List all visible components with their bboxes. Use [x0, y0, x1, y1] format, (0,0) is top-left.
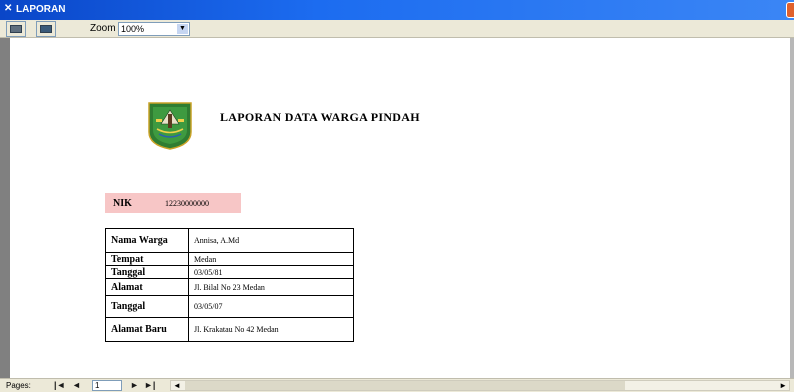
pages-label: Pages: [6, 381, 31, 390]
status-bar: Pages: |◄ ◄ 1 ► ►| ◄ ► [0, 378, 794, 392]
table-row: Alamat Baru Jl. Krakatau No 42 Medan [105, 317, 354, 342]
zoom-select[interactable]: 100% ▼ [118, 22, 190, 36]
scrollbar-thumb[interactable] [185, 381, 625, 390]
zoom-value: 100% [121, 24, 145, 34]
page-number-value: 1 [95, 381, 100, 390]
window-title-bar: ✕ LAPORAN [0, 0, 794, 20]
printer-icon [10, 25, 22, 33]
report-title: LAPORAN DATA WARGA PINDAH [220, 110, 420, 124]
nik-box: NIK 12230000000 [105, 193, 241, 213]
row-label: Alamat Baru [105, 317, 189, 342]
scroll-left-icon[interactable]: ◄ [173, 381, 181, 390]
page-number-input[interactable]: 1 [92, 380, 122, 391]
close-button[interactable] [786, 2, 794, 18]
first-page-icon[interactable]: |◄ [54, 380, 65, 391]
table-row: Alamat Jl. Bilal No 23 Medan [105, 278, 354, 296]
row-label: Tempat [105, 252, 189, 266]
toolbar: Zoom 100% ▼ [0, 20, 794, 38]
table-row: Nama Warga Annisa, A.Md [105, 228, 354, 253]
row-value: 03/05/07 [188, 295, 354, 318]
horizontal-scrollbar[interactable]: ◄ ► [170, 380, 790, 391]
prev-page-icon[interactable]: ◄ [72, 380, 81, 391]
citizen-detail-table: Nama Warga Annisa, A.Md Tempat Medan Tan… [105, 228, 354, 342]
nik-label: NIK [113, 198, 132, 209]
table-row: Tanggal 03/05/81 [105, 265, 354, 279]
left-gutter [0, 38, 10, 378]
right-edge [790, 38, 794, 378]
nik-value: 12230000000 [165, 199, 209, 208]
row-label: Tanggal [105, 295, 189, 318]
last-page-icon[interactable]: ►| [144, 380, 155, 391]
next-page-icon[interactable]: ► [130, 380, 139, 391]
print-button[interactable] [6, 21, 26, 37]
row-value: Medan [188, 252, 354, 266]
table-row: Tempat Medan [105, 252, 354, 266]
row-label: Alamat [105, 278, 189, 296]
row-value: Annisa, A.Md [188, 228, 354, 253]
row-label: Nama Warga [105, 228, 189, 253]
scroll-right-icon[interactable]: ► [779, 381, 787, 390]
provincial-emblem-logo [148, 102, 192, 150]
chevron-down-icon[interactable]: ▼ [177, 24, 188, 34]
export-button[interactable] [36, 21, 56, 37]
export-icon [40, 25, 52, 33]
table-row: Tanggal 03/05/07 [105, 295, 354, 318]
window-title: LAPORAN [16, 4, 66, 15]
row-value: Jl. Krakatau No 42 Medan [188, 317, 354, 342]
zoom-label: Zoom [90, 23, 116, 34]
app-icon: ✕ [4, 3, 13, 14]
row-label: Tanggal [105, 265, 189, 279]
row-value: 03/05/81 [188, 265, 354, 279]
report-viewer: LAPORAN DATA WARGA PINDAH NIK 1223000000… [0, 38, 794, 378]
row-value: Jl. Bilal No 23 Medan [188, 278, 354, 296]
